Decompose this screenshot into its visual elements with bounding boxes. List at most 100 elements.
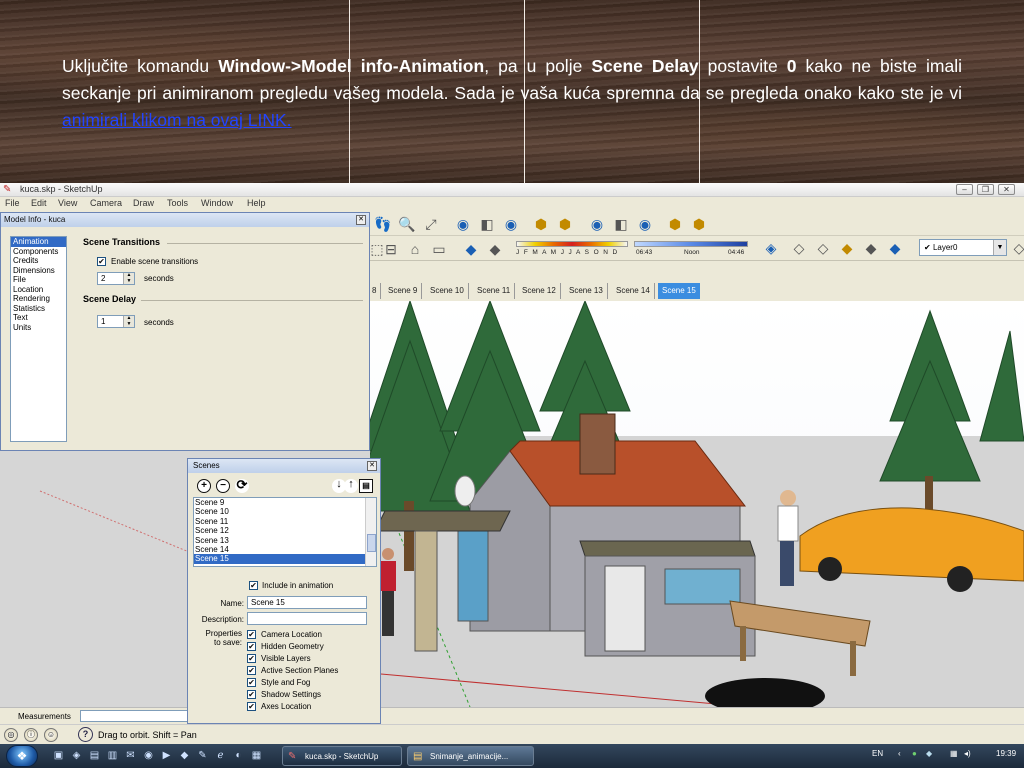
enable-transitions-checkbox[interactable]: ✔ (97, 257, 106, 266)
switch-windows-icon[interactable]: ◈ (70, 749, 83, 762)
category-rendering[interactable]: Rendering (11, 294, 66, 304)
component-icon[interactable]: ⬢ (532, 215, 550, 233)
scene-list-item[interactable]: Scene 12 (194, 526, 376, 535)
task-snimanje[interactable]: ▤ Snimanje_animacije... (407, 746, 534, 766)
volume-icon[interactable]: ◂) (964, 749, 971, 758)
tab-scene-12[interactable]: Scene 12 (518, 283, 561, 299)
quicklaunch-icon[interactable]: ▤ (88, 749, 101, 762)
shadow-settings-icon[interactable]: ◆ (462, 240, 480, 258)
stepper-arrows-icon[interactable]: ▲ ▼ (123, 272, 134, 284)
scene-list-item[interactable]: Scene 10 (194, 507, 376, 516)
axes-location-checkbox[interactable]: ✔ (247, 702, 256, 711)
scene-list-item[interactable]: Scene 13 (194, 536, 376, 545)
network-icon[interactable]: ▦ (950, 749, 958, 758)
remove-scene-icon[interactable]: − (216, 479, 230, 493)
display-shadows-icon[interactable]: ◆ (486, 240, 504, 258)
ie-icon[interactable]: ℯ (214, 749, 227, 762)
task-sketchup[interactable]: ✎ kuca.skp - SketchUp (282, 746, 402, 766)
layer-manager-icon[interactable]: ◇ (1010, 239, 1024, 257)
visible-layers-checkbox[interactable]: ✔ (247, 654, 256, 663)
close-icon[interactable]: ✕ (356, 215, 366, 225)
front-view-icon[interactable]: ⌂ (406, 240, 424, 258)
category-units[interactable]: Units (11, 323, 66, 333)
share-component-icon[interactable]: ⬢ (556, 215, 574, 233)
quicklaunch-icon[interactable]: ◐ (232, 749, 245, 762)
category-credits[interactable]: Credits (11, 256, 66, 266)
layer-dropdown[interactable]: ✔ Layer0 ▼ (919, 239, 1007, 256)
warehouse-icon[interactable]: ◉ (454, 215, 472, 233)
tab-scene-15[interactable]: Scene 15 (658, 283, 700, 299)
shaded-icon[interactable]: ◆ (838, 239, 856, 257)
include-animation-checkbox[interactable]: ✔ (249, 581, 258, 590)
top-view-icon[interactable]: ⊟ (382, 240, 400, 258)
hidden-geometry-checkbox[interactable]: ✔ (247, 642, 256, 651)
language-indicator[interactable]: EN (872, 749, 883, 758)
monochrome-icon[interactable]: ◆ (886, 239, 904, 257)
side-view-icon[interactable]: ▭ (430, 240, 448, 258)
menu-draw[interactable]: Draw (133, 198, 154, 208)
tab-scene-14[interactable]: Scene 14 (612, 283, 655, 299)
tray-icon[interactable]: ● (912, 749, 917, 758)
add-location-icon[interactable]: ◧ (612, 215, 630, 233)
menu-view[interactable]: View (58, 198, 77, 208)
category-components[interactable]: Components (11, 247, 66, 257)
tray-icon[interactable]: ◆ (926, 749, 932, 758)
restore-button[interactable]: ❐ (977, 184, 994, 195)
menu-camera[interactable]: Camera (90, 198, 122, 208)
quicklaunch-icon[interactable]: ▦ (250, 749, 263, 762)
category-animation[interactable]: Animation (11, 237, 66, 247)
wireframe-icon[interactable]: ◇ (790, 239, 808, 257)
close-button[interactable]: ✕ (998, 184, 1015, 195)
credits-icon[interactable]: ⓘ (24, 728, 38, 742)
chevron-left-icon[interactable]: ‹ (898, 749, 901, 758)
get-models-icon[interactable]: ◉ (502, 215, 520, 233)
tab-scene-9[interactable]: Scene 9 (384, 283, 423, 299)
shaded-textures-icon[interactable]: ◆ (862, 239, 880, 257)
google-earth-icon[interactable]: ◉ (588, 215, 606, 233)
menu-window[interactable]: Window (201, 198, 233, 208)
quicklaunch-icon[interactable]: ✎ (196, 749, 209, 762)
tab-scene-8[interactable]: 8 (368, 283, 382, 299)
shadow-settings-checkbox[interactable]: ✔ (247, 690, 256, 699)
scene-name-input[interactable]: Scene 15 (247, 596, 367, 609)
update-scene-icon[interactable]: ⟳ (235, 478, 249, 493)
category-statistics[interactable]: Statistics (11, 304, 66, 314)
scene-list-item-selected[interactable]: Scene 15 (194, 554, 376, 564)
minimize-button[interactable]: – (956, 184, 973, 195)
tab-scene-13[interactable]: Scene 13 (565, 283, 608, 299)
move-scene-up-icon[interactable]: ↑ (344, 479, 358, 493)
walk-icon[interactable]: 👣 (374, 215, 392, 233)
scenes-list-scrollbar[interactable] (365, 498, 376, 566)
scrollbar-thumb[interactable] (367, 534, 376, 552)
show-desktop-icon[interactable]: ▣ (52, 749, 65, 762)
animation-link[interactable]: animirali klikom na ovaj LINK. (62, 110, 292, 130)
hidden-line-icon[interactable]: ◇ (814, 239, 832, 257)
help-icon[interactable]: ? (78, 727, 93, 742)
photo-textures-icon[interactable]: ⬢ (666, 215, 684, 233)
style-and-fog-checkbox[interactable]: ✔ (247, 678, 256, 687)
category-text[interactable]: Text (11, 313, 66, 323)
scene-description-input[interactable] (247, 612, 367, 625)
category-location[interactable]: Location (11, 285, 66, 295)
toggle-details-icon[interactable]: ▤ (359, 479, 373, 493)
menu-file[interactable]: File (5, 198, 20, 208)
active-section-planes-checkbox[interactable]: ✔ (247, 666, 256, 675)
start-button[interactable]: ❖ (6, 745, 38, 767)
tab-scene-10[interactable]: Scene 10 (426, 283, 469, 299)
quicklaunch-icon[interactable]: ▥ (106, 749, 119, 762)
category-file[interactable]: File (11, 275, 66, 285)
tab-scene-11[interactable]: Scene 11 (473, 283, 516, 299)
share-model-icon[interactable]: ◧ (478, 215, 496, 233)
geo-location-icon[interactable]: ◎ (4, 728, 18, 742)
user-icon[interactable]: ☺ (44, 728, 58, 742)
add-scene-icon[interactable]: + (197, 479, 211, 493)
quicklaunch-icon[interactable]: ▶ (160, 749, 173, 762)
zoom-extents-icon[interactable]: ⤢ (422, 215, 440, 233)
menu-edit[interactable]: Edit (31, 198, 47, 208)
preview-earth-icon[interactable]: ⬢ (690, 215, 708, 233)
shadow-time-slider[interactable]: 06:43 Noon 04:46 (634, 239, 748, 257)
shadow-date-slider[interactable]: J F M A M J J A S O N D (516, 239, 628, 257)
clock[interactable]: 19:39 (996, 749, 1016, 758)
menu-help[interactable]: Help (247, 198, 266, 208)
transition-time-stepper[interactable]: 2 ▲ ▼ (97, 272, 135, 285)
